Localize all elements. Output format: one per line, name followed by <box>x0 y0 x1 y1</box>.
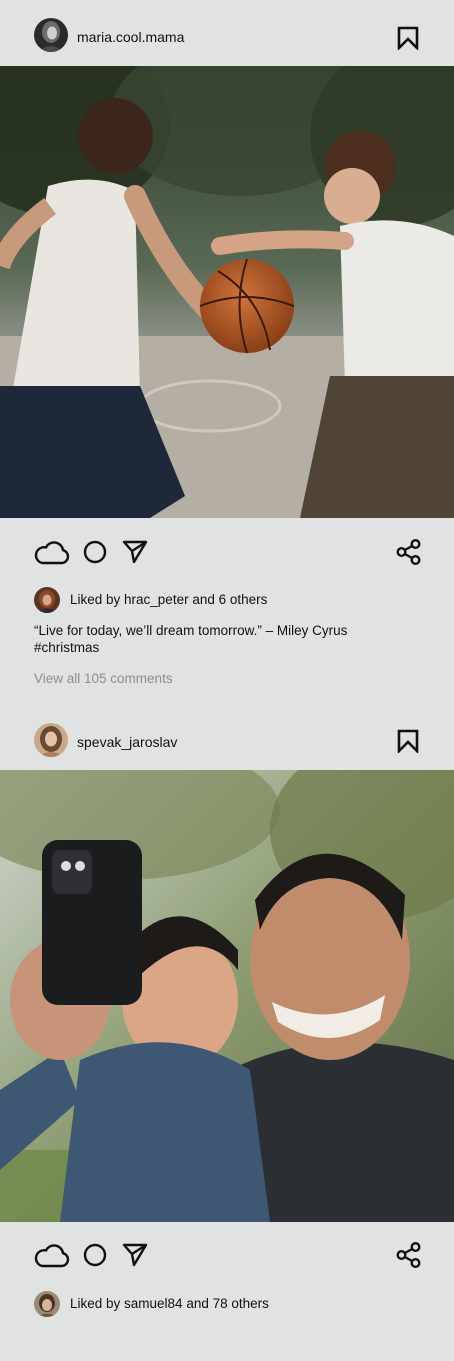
post-photo[interactable] <box>0 66 454 518</box>
post-header: spevak_jaroslav <box>0 705 454 771</box>
liked-by-text[interactable]: Liked by hrac_peter and 6 others <box>70 592 267 607</box>
bookmark-icon[interactable] <box>397 26 419 52</box>
send-arrow-icon[interactable] <box>122 1243 148 1272</box>
view-comments-link[interactable]: View all 105 comments <box>34 671 173 686</box>
send-arrow-icon[interactable] <box>122 540 148 569</box>
cloud-icon[interactable] <box>34 539 70 570</box>
post-header: maria.cool.mama <box>0 0 454 66</box>
circle-icon[interactable] <box>83 1243 107 1272</box>
caption-hashtag[interactable]: #christmas <box>34 639 424 656</box>
post-actions <box>0 1240 454 1270</box>
likes-row: Liked by hrac_peter and 6 others <box>34 587 434 613</box>
likes-row: Liked by samuel84 and 78 others <box>34 1291 434 1317</box>
liker-avatar[interactable] <box>34 1291 60 1317</box>
share-icon[interactable] <box>396 539 422 570</box>
liker-avatar[interactable] <box>34 587 60 613</box>
post-caption: “Live for today, we’ll dream tomorrow.” … <box>34 622 424 656</box>
liked-by-text[interactable]: Liked by samuel84 and 78 others <box>70 1296 269 1311</box>
caption-quote: “Live for today, we’ll dream tomorrow.” … <box>34 623 348 638</box>
post-actions <box>0 537 454 567</box>
circle-icon[interactable] <box>83 540 107 569</box>
post-2: spevak_jaroslav <box>0 705 454 771</box>
username[interactable]: maria.cool.mama <box>77 29 184 45</box>
post-1: maria.cool.mama <box>0 0 454 66</box>
cloud-icon[interactable] <box>34 1242 70 1273</box>
post-photo[interactable] <box>0 770 454 1222</box>
bookmark-icon[interactable] <box>397 729 419 755</box>
share-icon[interactable] <box>396 1242 422 1273</box>
avatar[interactable] <box>34 18 68 52</box>
username[interactable]: spevak_jaroslav <box>77 734 177 750</box>
avatar[interactable] <box>34 723 68 757</box>
